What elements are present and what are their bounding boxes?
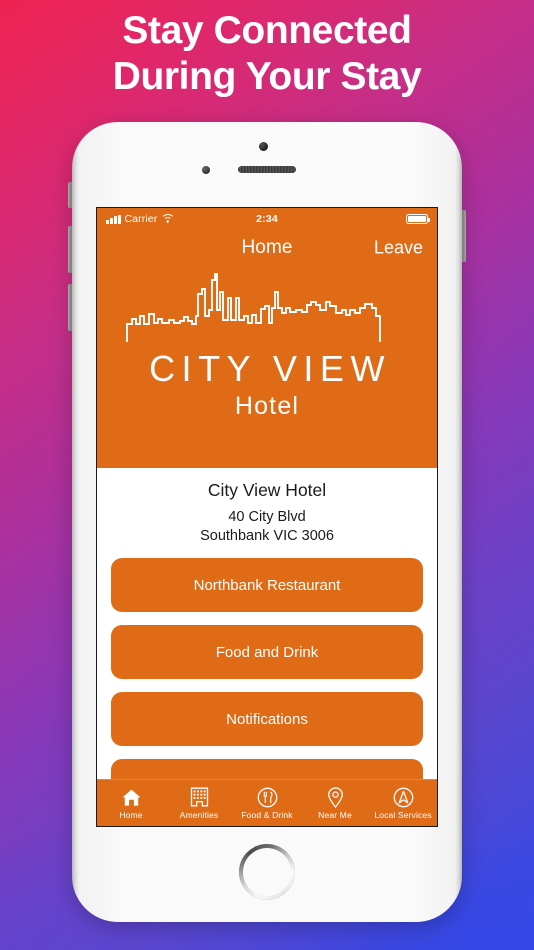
tab-near-me[interactable]: Near Me xyxy=(301,780,369,826)
map-pin-icon xyxy=(327,786,344,808)
tab-bar: Home Amenities Food & Drink Near Me Loca… xyxy=(97,779,437,826)
action-button-list: Northbank Restaurant Food and Drink Noti… xyxy=(97,546,437,813)
phone-mockup: Carrier 2:34 Home Leave CITY VIEW Hotel … xyxy=(68,122,466,922)
home-button[interactable] xyxy=(239,844,295,900)
status-bar-right xyxy=(406,214,430,224)
address-line-1: 40 City Blvd xyxy=(228,509,306,525)
building-icon xyxy=(190,786,209,808)
headline-line-1: Stay Connected xyxy=(122,9,412,52)
address-line-2: Southbank VIC 3006 xyxy=(200,528,334,544)
hotel-hero-banner: CITY VIEW Hotel xyxy=(97,266,437,468)
compass-icon xyxy=(393,786,414,808)
status-bar-time: 2:34 xyxy=(256,213,278,225)
leave-button[interactable]: Leave xyxy=(374,238,423,259)
action-button-notifications[interactable]: Notifications xyxy=(111,692,423,746)
tab-home[interactable]: Home xyxy=(97,780,165,826)
hotel-name: City View Hotel xyxy=(207,480,327,500)
tab-local-services-label: Local Services xyxy=(374,810,432,820)
hotel-details: City View Hotel 40 City Blvd Southbank V… xyxy=(97,468,437,813)
earpiece-speaker-icon xyxy=(238,166,296,173)
brand-name-primary: CITY VIEW xyxy=(149,348,391,389)
tab-amenities[interactable]: Amenities xyxy=(165,780,233,826)
tab-food-and-drink-label: Food & Drink xyxy=(241,810,293,820)
battery-icon xyxy=(406,214,430,224)
phone-screen: Carrier 2:34 Home Leave CITY VIEW Hotel … xyxy=(96,207,438,827)
poster-background: Stay Connected During Your Stay Carrier … xyxy=(0,0,534,950)
action-button-food-and-drink[interactable]: Food and Drink xyxy=(111,625,423,679)
tab-local-services[interactable]: Local Services xyxy=(369,780,437,826)
brand-name-secondary: Hotel xyxy=(234,392,300,420)
page-title: Home xyxy=(241,237,293,258)
cutlery-circle-icon xyxy=(257,786,278,808)
nav-bar: Home Leave xyxy=(97,230,437,266)
tab-amenities-label: Amenities xyxy=(179,810,219,820)
action-button-northbank-restaurant[interactable]: Northbank Restaurant xyxy=(111,558,423,612)
tab-near-me-label: Near Me xyxy=(318,810,352,820)
house-icon xyxy=(121,786,142,808)
front-camera-icon xyxy=(259,142,268,151)
proximity-sensor-icon xyxy=(202,166,210,174)
poster-headline: Stay Connected During Your Stay xyxy=(0,8,534,100)
status-bar: Carrier 2:34 xyxy=(97,208,437,230)
tab-food-and-drink[interactable]: Food & Drink xyxy=(233,780,301,826)
hotel-address: 40 City Blvd Southbank VIC 3006 xyxy=(97,508,437,546)
city-skyline-icon xyxy=(126,273,381,342)
headline-line-2: During Your Stay xyxy=(112,55,422,98)
tab-home-label: Home xyxy=(119,810,143,820)
